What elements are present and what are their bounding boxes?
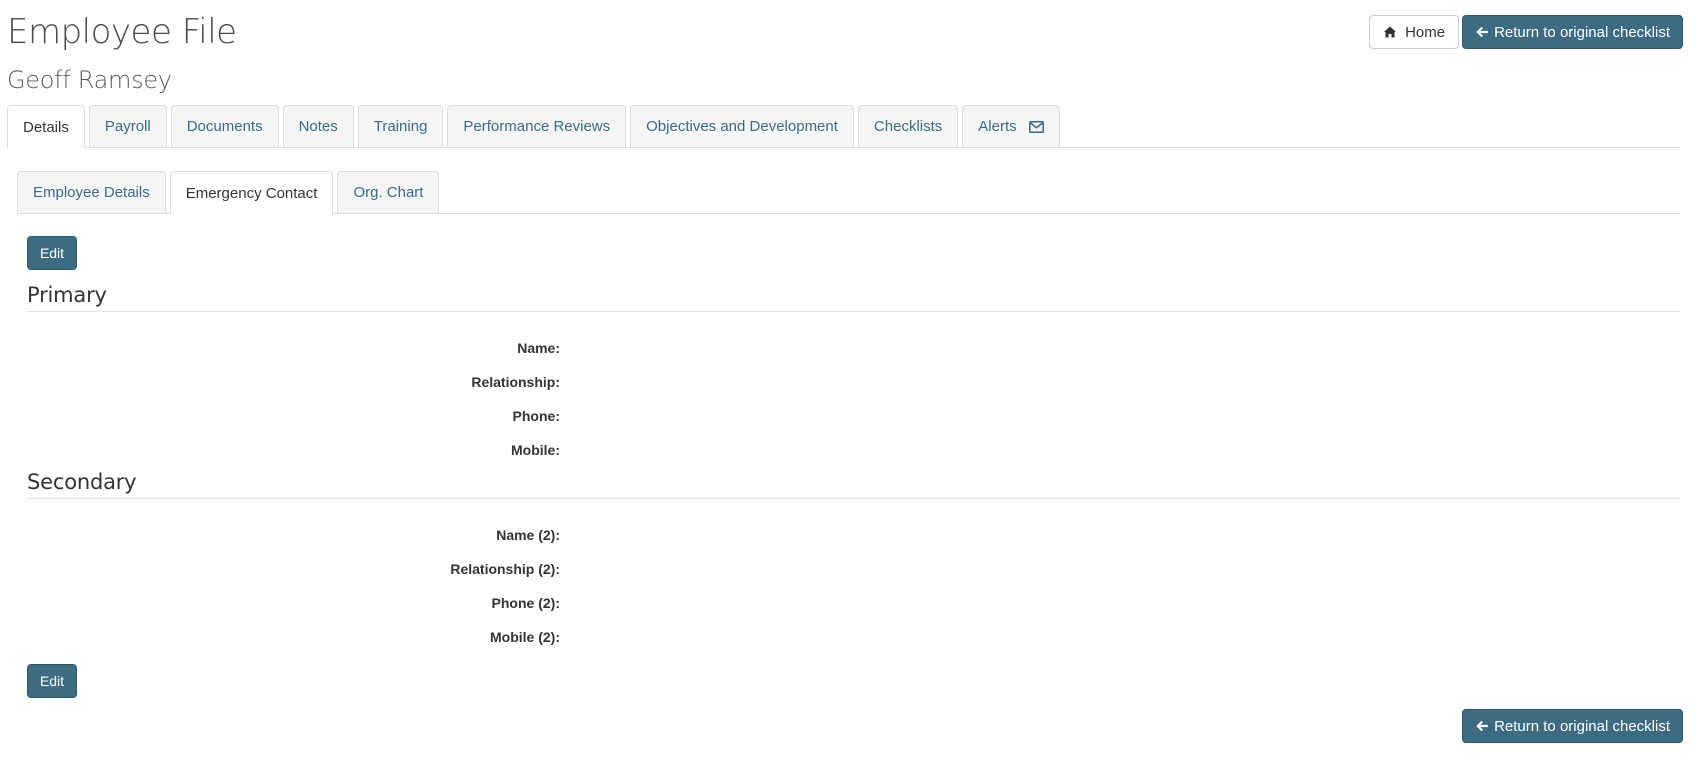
tab-label: Objectives and Development: [646, 118, 838, 135]
tab-details[interactable]: Details: [7, 105, 85, 148]
tab-objectives-and-development[interactable]: Objectives and Development: [630, 105, 854, 147]
tab-label: Notes: [298, 118, 338, 135]
tab-label: Performance Reviews: [463, 118, 611, 135]
tab-documents[interactable]: Documents: [170, 105, 279, 147]
edit-button-bottom[interactable]: Edit: [27, 664, 77, 698]
arrow-left-icon: [1475, 25, 1489, 39]
envelope-icon: [1028, 120, 1044, 133]
subtab-label: Employee Details: [33, 184, 150, 201]
primary-mobile-label: Mobile:: [511, 442, 560, 458]
secondary-phone-label: Phone (2):: [491, 595, 560, 611]
tab-payroll[interactable]: Payroll: [88, 105, 167, 147]
page-title: Employee File: [7, 12, 237, 52]
tab-notes[interactable]: Notes: [282, 105, 354, 147]
subtab-label: Org. Chart: [353, 184, 424, 201]
secondary-name-label: Name (2):: [496, 527, 560, 543]
subtab-label: Emergency Contact: [185, 184, 318, 202]
tab-label: Details: [23, 118, 69, 136]
tab-performance-reviews[interactable]: Performance Reviews: [447, 105, 627, 147]
return-label: Return to original checklist: [1494, 23, 1670, 41]
top-actions: Home Return to original checklist: [1369, 15, 1683, 49]
primary-name-label: Name:: [517, 340, 560, 356]
tab-label: Checklists: [873, 118, 943, 135]
tab-label: Alerts: [978, 118, 1017, 135]
subtab-org-chart[interactable]: Org. Chart: [337, 171, 440, 213]
tab-label: Documents: [186, 118, 263, 135]
main-tabs: Details Payroll Documents Notes Training…: [7, 105, 1680, 148]
detail-subtabs: Employee Details Emergency Contact Org. …: [17, 171, 1680, 214]
secondary-relationship-label: Relationship (2):: [450, 561, 560, 577]
home-label: Home: [1405, 23, 1446, 41]
secondary-mobile-label: Mobile (2):: [490, 629, 560, 645]
subtab-employee-details[interactable]: Employee Details: [17, 171, 166, 213]
tab-alerts[interactable]: Alerts: [962, 105, 1060, 147]
home-button[interactable]: Home: [1369, 15, 1460, 49]
primary-relationship-label: Relationship:: [471, 374, 560, 390]
edit-button-top[interactable]: Edit: [27, 236, 77, 270]
tab-checklists[interactable]: Checklists: [857, 105, 959, 147]
return-to-checklist-button-bottom[interactable]: Return to original checklist: [1462, 709, 1683, 743]
primary-phone-label: Phone:: [512, 408, 560, 424]
home-icon: [1383, 25, 1397, 39]
tab-training[interactable]: Training: [357, 105, 444, 147]
employee-name: Geoff Ramsey: [7, 66, 172, 94]
subtab-emergency-contact[interactable]: Emergency Contact: [169, 171, 334, 214]
arrow-left-icon: [1475, 719, 1489, 733]
tab-label: Training: [373, 118, 428, 135]
tab-label: Payroll: [104, 118, 151, 135]
secondary-section-title: Secondary: [27, 470, 1680, 499]
return-label: Return to original checklist: [1494, 717, 1670, 735]
primary-section-title: Primary: [27, 283, 1680, 312]
return-to-checklist-button[interactable]: Return to original checklist: [1462, 15, 1683, 49]
